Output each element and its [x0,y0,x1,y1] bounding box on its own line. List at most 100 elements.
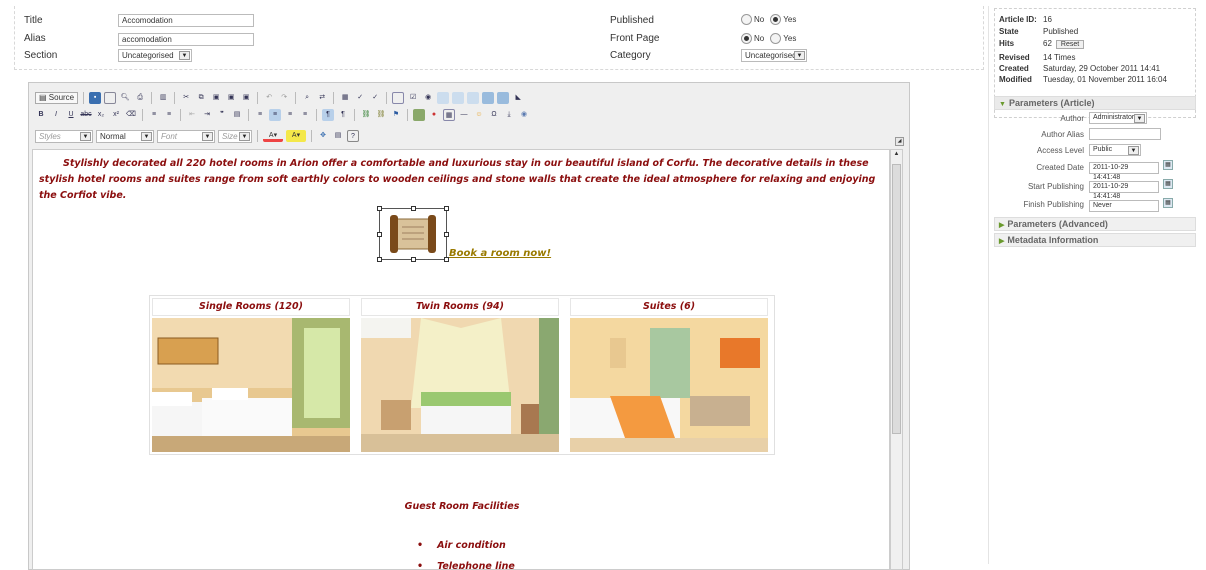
div-container-icon[interactable]: ▤ [231,109,243,121]
size-combo[interactable]: Size ▼ [218,129,252,143]
ltr-icon[interactable]: ¶ [322,109,334,121]
font-combo[interactable]: Font ▼ [157,129,215,143]
author-select[interactable]: Administrator ▼ [1089,112,1147,124]
select-all-icon[interactable]: ▦ [339,92,351,104]
maximize-icon[interactable]: ✥ [317,130,329,142]
select-field-icon[interactable] [467,92,480,104]
section-select[interactable]: Uncategorised ▼ [118,49,192,62]
hidden-field-icon[interactable]: ◣ [512,92,524,104]
bulleted-list-icon[interactable]: ≡ [163,109,175,121]
access-level-select[interactable]: Public ▼ [1089,144,1141,156]
superscript-icon[interactable]: x² [110,109,122,121]
bold-icon[interactable]: B [35,109,47,121]
parameters-advanced-header[interactable]: ▶ Parameters (Advanced) [994,217,1196,231]
flash-icon[interactable]: ● [428,109,440,121]
align-right-icon[interactable]: ≡ [284,109,296,121]
table-icon[interactable]: ▦ [443,109,455,121]
paste-word-icon[interactable]: ▣ [240,92,252,104]
underline-icon[interactable]: U [65,109,77,121]
justify-icon[interactable]: ≡ [299,109,311,121]
textarea-icon[interactable] [452,92,465,104]
page-break-icon[interactable]: ⤓ [503,109,515,121]
background-color-icon[interactable]: A▾ [286,130,306,142]
editor-content-area[interactable]: Stylishly decorated all 220 hotel rooms … [32,149,890,570]
copy-icon[interactable]: ⧉ [195,92,207,104]
align-center-icon[interactable]: ≡ [269,109,281,121]
outdent-icon[interactable]: ⇤ [186,109,198,121]
subscript-icon[interactable]: x₂ [95,109,107,121]
about-icon[interactable]: ? [347,130,359,142]
content-scrollbar[interactable]: ▲ [890,149,903,570]
calendar-icon[interactable]: ▦ [1163,198,1173,208]
strikethrough-icon[interactable]: abc [80,109,92,121]
resize-handle[interactable] [411,206,416,211]
smiley-icon[interactable]: ☺ [473,109,485,121]
iframe-icon[interactable]: ◉ [518,109,530,121]
replace-icon[interactable]: ⇄ [316,92,328,104]
parameters-article-header[interactable]: ▼ Parameters (Article) [994,96,1196,110]
find-icon[interactable]: ⌕ [301,92,313,104]
title-input[interactable] [118,14,254,27]
frontpage-no-radio[interactable] [741,32,752,44]
rtl-icon[interactable]: ¶ [337,109,349,121]
radio-icon[interactable]: ◉ [422,92,434,104]
published-yes-radio[interactable] [770,13,782,25]
blockquote-icon[interactable]: ❞ [216,109,228,121]
remove-format-icon[interactable]: ⌫ [125,109,137,121]
undo-icon[interactable]: ↶ [263,92,275,104]
numbered-list-icon[interactable]: ≡ [148,109,160,121]
checkbox-icon[interactable]: ☑ [407,92,419,104]
published-no-radio[interactable] [741,13,752,25]
new-page-icon[interactable] [104,92,117,104]
spellcheck-icon[interactable]: ✓ [354,92,366,104]
frontpage-yes-radio[interactable] [770,32,782,44]
source-button[interactable]: ▤ Source [35,92,79,104]
reset-hits-button[interactable]: Reset [1055,40,1085,49]
finish-publishing-input[interactable]: Never [1089,200,1159,212]
paste-text-icon[interactable]: ▣ [225,92,237,104]
link-icon[interactable]: ⛓ [360,109,372,121]
special-char-icon[interactable]: Ω [488,109,500,121]
image-icon[interactable] [413,109,425,121]
cut-icon[interactable]: ✂ [180,92,192,104]
resize-handle[interactable] [444,232,449,237]
calendar-icon[interactable]: ▦ [1163,179,1173,189]
resize-handle[interactable] [411,257,416,262]
textfield-icon[interactable] [437,92,450,104]
save-icon[interactable]: ▪ [89,92,102,104]
image-button-icon[interactable] [497,92,510,104]
collapse-toolbar-icon[interactable]: ◢ [895,137,904,146]
scroll-up-arrow-icon[interactable]: ▲ [892,151,901,161]
resize-handle[interactable] [377,206,382,211]
preview-icon[interactable]: 🔍︎ [119,92,131,104]
show-blocks-icon[interactable]: ▤ [332,130,344,142]
resize-handle[interactable] [377,232,382,237]
alias-input[interactable] [118,33,254,46]
resize-handle[interactable] [377,257,382,262]
templates-icon[interactable]: ▥ [157,92,169,104]
resize-handle[interactable] [444,206,449,211]
form-icon[interactable] [392,92,405,104]
anchor-icon[interactable]: ⚑ [390,109,402,121]
paste-icon[interactable]: ▣ [210,92,222,104]
scrollbar-thumb[interactable] [892,164,901,434]
button-field-icon[interactable] [482,92,495,104]
unlink-icon[interactable]: ⛓ [375,109,387,121]
scroll-image[interactable] [377,206,449,262]
metadata-header[interactable]: ▶ Metadata Information [994,233,1196,247]
align-left-icon[interactable]: ≡ [254,109,266,121]
category-select[interactable]: Uncategorised ▼ [741,49,807,62]
book-room-link[interactable]: Book a room now! [449,248,551,259]
indent-icon[interactable]: ⇥ [201,109,213,121]
print-icon[interactable]: ⎙ [134,92,146,104]
italic-icon[interactable]: I [50,109,62,121]
author-alias-input[interactable] [1089,128,1161,140]
text-color-icon[interactable]: A▾ [263,130,283,142]
start-publishing-input[interactable]: 2011-10-29 14:41:48 [1089,181,1159,200]
calendar-icon[interactable]: ▦ [1163,160,1173,170]
spellcheck-options-icon[interactable]: ✓ [369,92,381,104]
created-date-input[interactable]: 2011-10-29 14:41:48 [1089,162,1159,181]
format-combo[interactable]: Normal ▼ [96,129,154,143]
horizontal-rule-icon[interactable]: ― [458,109,470,121]
styles-combo[interactable]: Styles ▼ [35,129,93,143]
